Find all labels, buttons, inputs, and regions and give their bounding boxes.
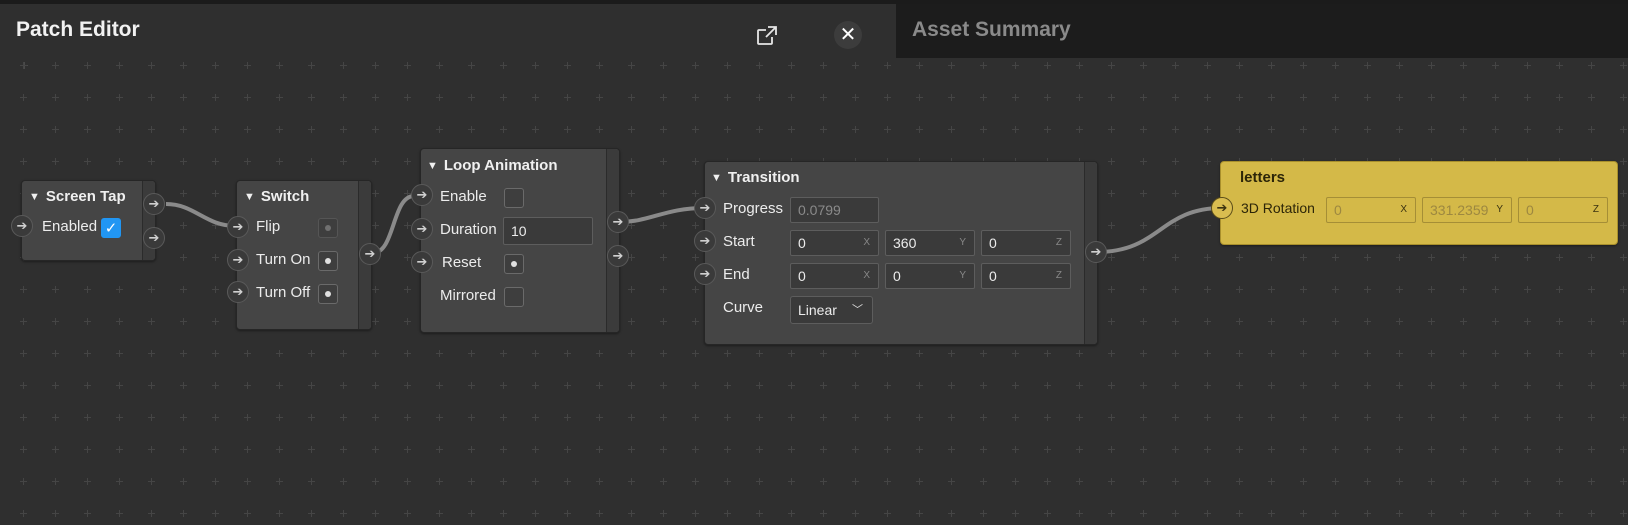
- letters-rotation-z-field[interactable]: 0Z: [1518, 197, 1608, 223]
- switch-turn-off-input-port[interactable]: ➔: [227, 281, 249, 303]
- transition-curve-label: Curve: [723, 299, 764, 316]
- asset-summary-panel: Asset Summary: [896, 4, 1628, 58]
- switch-title[interactable]: ▼ Switch: [244, 188, 309, 205]
- transition-end-z-field[interactable]: 0Z: [981, 263, 1071, 289]
- transition-end-y-field[interactable]: 0Y: [885, 263, 975, 289]
- loop-output-port-2[interactable]: ➔: [607, 245, 629, 267]
- switch-turn-on-input-port[interactable]: ➔: [227, 249, 249, 271]
- loop-enable-label: Enable: [440, 188, 487, 205]
- loop-mirrored-label: Mirrored: [440, 287, 496, 304]
- triangle-down-icon[interactable]: ▼: [711, 172, 722, 184]
- screen-tap-title[interactable]: ▼ Screen Tap: [29, 188, 126, 205]
- close-icon: ✕: [839, 24, 857, 46]
- loop-animation-title[interactable]: ▼ Loop Animation: [427, 157, 557, 174]
- external-link-icon[interactable]: [755, 24, 779, 48]
- transition-curve-dropdown[interactable]: Linear ﹀: [790, 296, 873, 324]
- switch-output-port[interactable]: ➔: [359, 243, 381, 265]
- screen-tap-enabled-checkbox[interactable]: ✓: [101, 218, 121, 238]
- loop-enable-checkbox[interactable]: [504, 188, 524, 208]
- patch-editor-header: Patch Editor ✕: [0, 4, 896, 58]
- letters-3d-rotation-input-port[interactable]: ➔: [1211, 197, 1233, 219]
- letters-rotation-y-field[interactable]: 331.2359 Y: [1422, 197, 1512, 223]
- transition-end-x-field[interactable]: 0X: [790, 263, 879, 289]
- loop-enable-input-port[interactable]: ➔: [411, 184, 433, 206]
- transition-end-input-port[interactable]: ➔: [694, 263, 716, 285]
- close-button[interactable]: ✕: [834, 21, 862, 49]
- screen-tap-output-port-2[interactable]: ➔: [143, 227, 165, 249]
- triangle-down-icon[interactable]: ▼: [29, 191, 40, 203]
- screen-tap-output-port-1[interactable]: ➔: [143, 193, 165, 215]
- letters-rotation-x-field[interactable]: 0X: [1326, 197, 1416, 223]
- switch-turn-off-label: Turn Off: [256, 284, 311, 301]
- switch-turn-on-label: Turn On: [256, 251, 311, 268]
- switch-turn-on-pulse[interactable]: [318, 251, 338, 271]
- loop-reset-pulse[interactable]: [504, 254, 524, 274]
- transition-title[interactable]: ▼ Transition: [711, 169, 800, 186]
- switch-turn-off-pulse[interactable]: [318, 284, 338, 304]
- loop-reset-label: Reset: [442, 254, 482, 271]
- triangle-down-icon[interactable]: ▼: [244, 191, 255, 203]
- transition-start-x-field[interactable]: 0X: [790, 230, 879, 256]
- screen-tap-enabled-label: Enabled: [42, 218, 98, 235]
- letters-title[interactable]: letters: [1240, 169, 1285, 186]
- switch-flip-pulse[interactable]: [318, 218, 338, 238]
- transition-start-z-field[interactable]: 0Z: [981, 230, 1071, 256]
- transition-start-input-port[interactable]: ➔: [694, 230, 716, 252]
- page-title: Patch Editor: [16, 18, 140, 41]
- loop-reset-input-port[interactable]: ➔: [411, 251, 433, 273]
- switch-flip-input-port[interactable]: ➔: [227, 216, 249, 238]
- transition-end-label: End: [723, 266, 750, 283]
- transition-start-y-field[interactable]: 360 Y: [885, 230, 975, 256]
- switch-flip-label: Flip: [256, 218, 281, 235]
- screen-tap-enabled-input-port[interactable]: ➔: [11, 215, 33, 237]
- asset-summary-title: Asset Summary: [912, 18, 1071, 41]
- transition-progress-field: 0.0799: [790, 197, 879, 223]
- letters-3d-rotation-label: 3D Rotation: [1241, 200, 1315, 216]
- transition-progress-label: Progress: [723, 200, 784, 217]
- transition-output-port[interactable]: ➔: [1085, 241, 1107, 263]
- loop-mirrored-checkbox[interactable]: [504, 287, 524, 307]
- loop-duration-field[interactable]: 10: [503, 217, 593, 245]
- loop-output-port-1[interactable]: ➔: [607, 211, 629, 233]
- loop-duration-label: Duration: [440, 221, 497, 238]
- transition-start-label: Start: [723, 233, 755, 250]
- transition-progress-input-port[interactable]: ➔: [694, 197, 716, 219]
- triangle-down-icon[interactable]: ▼: [427, 160, 438, 172]
- loop-duration-input-port[interactable]: ➔: [411, 218, 433, 240]
- chevron-down-icon: ﹀: [852, 304, 863, 316]
